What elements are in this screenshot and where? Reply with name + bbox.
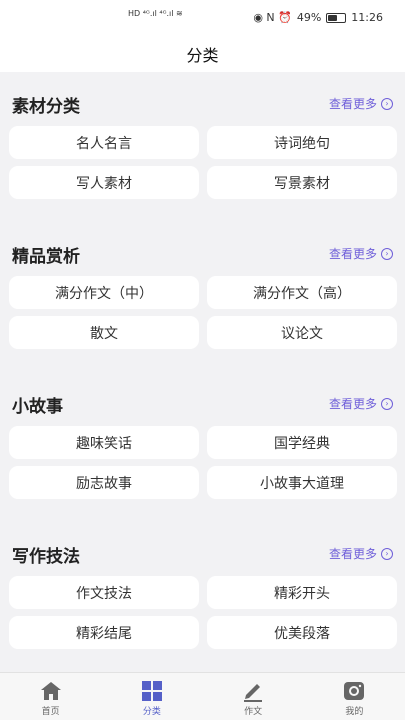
- view-more-button[interactable]: 查看更多 ›: [329, 95, 393, 112]
- view-more-label: 查看更多: [328, 97, 377, 111]
- tab-category[interactable]: 分类: [101, 673, 202, 720]
- category-item[interactable]: 满分作文（高）: [207, 276, 397, 309]
- category-item[interactable]: 写景素材: [207, 166, 397, 199]
- tab-label: 我的: [345, 707, 364, 717]
- category-item[interactable]: 国学经典: [207, 426, 397, 459]
- tab-label: 首页: [41, 707, 60, 717]
- status-icons: ◉ N ⏰: [253, 11, 292, 24]
- category-item[interactable]: 精彩开头: [207, 576, 397, 609]
- category-item[interactable]: 趣味笑话: [9, 426, 199, 459]
- view-more-button[interactable]: 查看更多 ›: [329, 395, 393, 412]
- view-more-button[interactable]: 查看更多 ›: [329, 545, 393, 562]
- section-title: 精品赏析: [12, 247, 80, 267]
- page-header: 分类: [0, 34, 405, 72]
- camera-icon: [341, 679, 367, 703]
- section-title: 小故事: [12, 397, 63, 417]
- chevron-right-icon: ›: [381, 397, 393, 410]
- status-bar: HD ⁴ᴳ.ıl ⁴ᴳ.ıl ≋ ◉ N ⏰ 49% 11:26: [0, 0, 405, 34]
- view-more-label: 查看更多: [328, 397, 377, 411]
- section-material: 素材分类 查看更多 › 名人名言 诗词绝句 写人素材 写景素材: [0, 86, 405, 199]
- view-more-button[interactable]: 查看更多 ›: [329, 245, 393, 262]
- chevron-right-icon: ›: [381, 97, 393, 110]
- category-item[interactable]: 写人素材: [9, 166, 199, 199]
- category-item[interactable]: 名人名言: [9, 126, 199, 159]
- status-right: ◉ N ⏰ 49% 11:26: [253, 11, 383, 24]
- category-item[interactable]: 满分作文（中）: [9, 276, 199, 309]
- chevron-right-icon: ›: [381, 547, 393, 560]
- battery-percent: 49%: [296, 11, 322, 24]
- network-indicators: HD ⁴ᴳ.ıl ⁴ᴳ.ıl ≋: [128, 9, 183, 18]
- category-item[interactable]: 作文技法: [9, 576, 199, 609]
- tab-mine[interactable]: 我的: [304, 673, 405, 720]
- clock: 11:26: [351, 11, 383, 24]
- category-item[interactable]: 散文: [9, 316, 199, 349]
- page-title: 分类: [186, 46, 219, 65]
- battery-icon: [326, 12, 347, 23]
- section-techniques: 写作技法 查看更多 › 作文技法 精彩开头 精彩结尾 优美段落: [0, 536, 405, 649]
- bottom-tab-bar: 首页 分类 作文 我的: [0, 672, 405, 720]
- tab-essay[interactable]: 作文: [203, 673, 304, 720]
- pen-icon: [240, 679, 266, 703]
- category-item[interactable]: 优美段落: [207, 616, 397, 649]
- section-title: 素材分类: [12, 97, 80, 117]
- section-title: 写作技法: [12, 547, 80, 567]
- tab-label: 作文: [244, 707, 263, 717]
- category-item[interactable]: 诗词绝句: [207, 126, 397, 159]
- section-stories: 小故事 查看更多 › 趣味笑话 国学经典 励志故事 小故事大道理: [0, 386, 405, 499]
- category-item[interactable]: 励志故事: [9, 466, 199, 499]
- tab-home[interactable]: 首页: [0, 673, 101, 720]
- category-item[interactable]: 小故事大道理: [207, 466, 397, 499]
- tab-label: 分类: [142, 707, 161, 717]
- view-more-label: 查看更多: [328, 547, 377, 561]
- category-item[interactable]: 议论文: [207, 316, 397, 349]
- chevron-right-icon: ›: [381, 247, 393, 260]
- category-item[interactable]: 精彩结尾: [9, 616, 199, 649]
- view-more-label: 查看更多: [328, 247, 377, 261]
- home-icon: [38, 679, 64, 703]
- grid-icon: [139, 679, 165, 703]
- section-appreciation: 精品赏析 查看更多 › 满分作文（中） 满分作文（高） 散文 议论文: [0, 236, 405, 349]
